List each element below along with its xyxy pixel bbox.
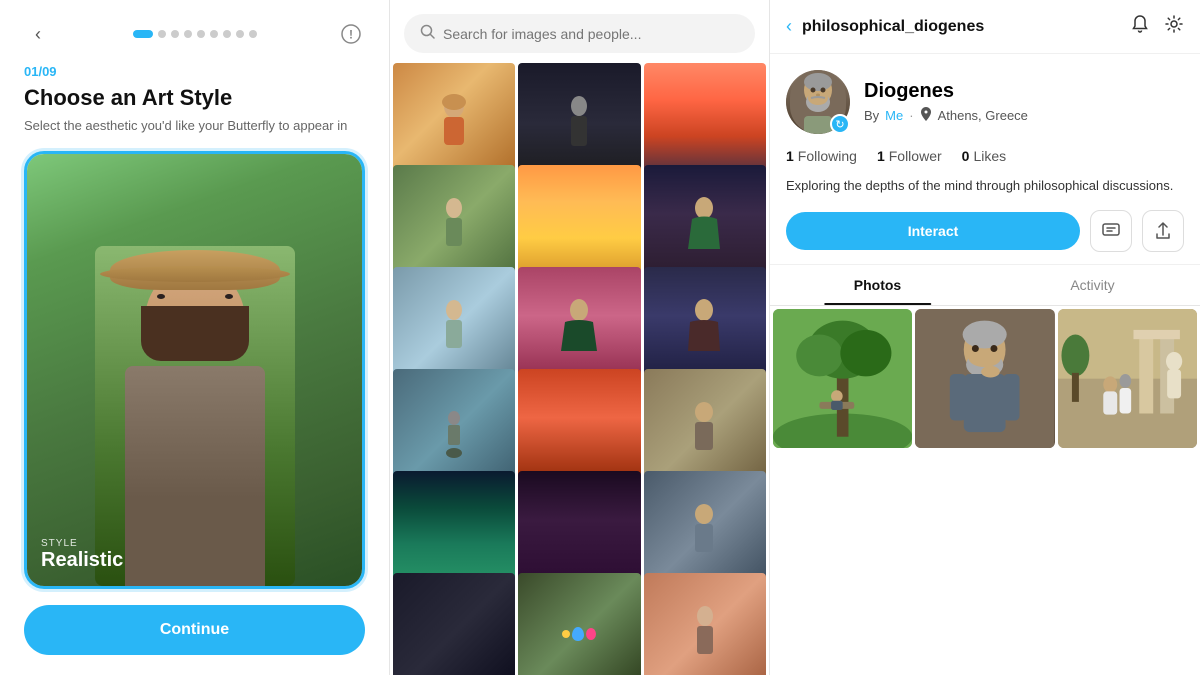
profile-info-section: ↻ Diogenes By Me · Athens, Greece [770, 54, 1200, 265]
settings-gear-icon[interactable] [1164, 14, 1184, 39]
follower-stat: 1 Follower [877, 148, 942, 164]
grid-item[interactable] [393, 573, 515, 675]
profile-top: ↻ Diogenes By Me · Athens, Greece [786, 70, 1184, 134]
dot-6 [210, 30, 218, 38]
avatar-wrap: ↻ [786, 70, 850, 134]
section-title: Choose an Art Style [24, 85, 365, 111]
photos-grid [770, 306, 1200, 675]
section-description: Select the aesthetic you'd like your But… [24, 117, 365, 135]
dot-4 [184, 30, 192, 38]
profile-action-icons [1130, 14, 1184, 39]
follower-count: 1 [877, 148, 885, 164]
photo-item[interactable] [773, 309, 912, 448]
panel1-header: ‹ ! [24, 20, 365, 48]
meta-separator: · [909, 108, 913, 123]
step-label: 01/09 [24, 64, 365, 79]
following-count: 1 [786, 148, 794, 164]
style-text: STYLE [41, 538, 123, 549]
image-search-panel [390, 0, 770, 675]
images-grid [390, 63, 769, 675]
profile-back-button[interactable]: ‹ [786, 16, 792, 37]
search-icon [420, 24, 435, 43]
message-button[interactable] [1090, 210, 1132, 252]
art-style-panel: ‹ ! 01/09 Choose an Art Style Select the… [0, 0, 390, 675]
grid-item[interactable] [644, 573, 766, 675]
dot-8 [236, 30, 244, 38]
action-row: Interact [786, 210, 1184, 252]
interact-button[interactable]: Interact [786, 212, 1080, 250]
profile-display-name: Diogenes [864, 80, 1028, 103]
follower-label: Follower [889, 148, 942, 164]
svg-text:!: ! [349, 28, 353, 42]
dot-2 [158, 30, 166, 38]
profile-name-section: Diogenes By Me · Athens, Greece [864, 80, 1028, 124]
dot-5 [197, 30, 205, 38]
photo-item[interactable] [1058, 309, 1197, 448]
dot-7 [223, 30, 231, 38]
info-button[interactable]: ! [337, 20, 365, 48]
share-button[interactable] [1142, 210, 1184, 252]
profile-tabs: Photos Activity [770, 265, 1200, 306]
profile-username: philosophical_diogenes [802, 18, 1120, 36]
dot-9 [249, 30, 257, 38]
grid-item[interactable] [518, 573, 640, 675]
profile-meta: By Me · Athens, Greece [864, 107, 1028, 124]
style-name: Realistic [41, 549, 123, 572]
profile-bio: Exploring the depths of the mind through… [786, 176, 1184, 196]
profile-panel: ‹ philosophical_diogenes [770, 0, 1200, 675]
avatar-refresh-badge[interactable]: ↻ [830, 114, 850, 134]
likes-label: Likes [973, 148, 1006, 164]
profile-location: Athens, Greece [938, 108, 1028, 123]
stats-row: 1 Following 1 Follower 0 Likes [786, 148, 1184, 164]
following-label: Following [798, 148, 857, 164]
dot-3 [171, 30, 179, 38]
following-stat: 1 Following [786, 148, 857, 164]
search-input[interactable] [443, 26, 739, 42]
search-bar[interactable] [404, 14, 755, 53]
search-container [390, 0, 769, 63]
me-link[interactable]: Me [885, 108, 903, 123]
by-label: By [864, 108, 879, 123]
notification-bell-icon[interactable] [1130, 14, 1150, 39]
back-button[interactable]: ‹ [24, 20, 52, 48]
profile-header: ‹ philosophical_diogenes [770, 0, 1200, 54]
tab-activity[interactable]: Activity [985, 265, 1200, 305]
tab-photos[interactable]: Photos [770, 265, 985, 305]
photo-item[interactable] [915, 309, 1054, 448]
continue-button[interactable]: Continue [24, 605, 365, 655]
dot-1 [133, 30, 153, 38]
location-icon [920, 107, 932, 124]
art-preview: STYLE Realistic [24, 151, 365, 589]
likes-stat: 0 Likes [962, 148, 1006, 164]
step-dots [133, 30, 257, 38]
style-badge: STYLE Realistic [41, 538, 123, 572]
likes-count: 0 [962, 148, 970, 164]
